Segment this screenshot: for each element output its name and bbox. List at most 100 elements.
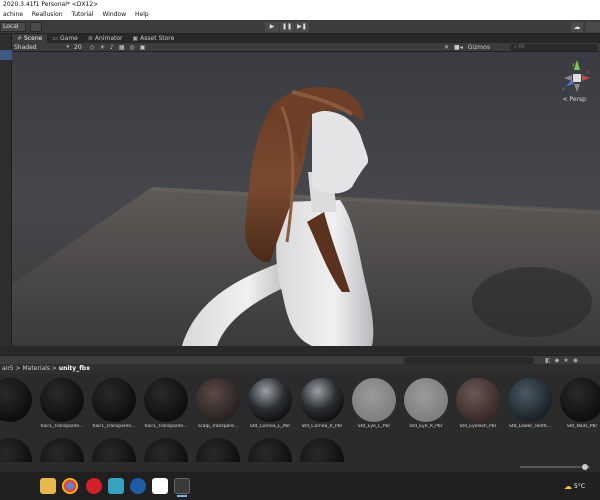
- cloud-icon[interactable]: ☁: [571, 22, 583, 32]
- asset-store-icon: ▣: [132, 35, 139, 42]
- camera-projection-label[interactable]: < Persp: [563, 96, 586, 103]
- asset-item[interactable]: Std_Lower_Teeth...: [506, 378, 554, 438]
- asset-item[interactable]: Std_Cornea_R_Pbr: [298, 378, 346, 438]
- tab-game[interactable]: ▭ Game: [47, 34, 83, 43]
- unity-hub-icon[interactable]: [152, 478, 168, 494]
- asset-item[interactable]: Std_Cornea_L_Pbr: [246, 378, 294, 438]
- gizmos-dropdown[interactable]: Gizmos: [468, 43, 490, 52]
- svg-text:y: y: [572, 62, 575, 68]
- thumbnail-size-slider[interactable]: [520, 464, 590, 470]
- lighting-toggle-icon[interactable]: ☀: [100, 43, 105, 52]
- 2d-toggle-icon[interactable]: ◇: [90, 43, 95, 52]
- grid-snap-button[interactable]: [30, 22, 42, 32]
- slider-knob[interactable]: [582, 464, 588, 470]
- asset-label: Std_Eyelash_Pbr: [459, 424, 497, 429]
- asset-label: Std_Eye_R_Pbr: [409, 424, 443, 429]
- project-search-input[interactable]: [404, 357, 534, 364]
- shading-mode-dropdown[interactable]: Shaded ▾: [14, 43, 69, 52]
- menu-item-window[interactable]: Window: [102, 11, 126, 18]
- hierarchy-strip: [0, 34, 12, 346]
- material-preview-icon: [300, 438, 344, 462]
- asset-label: Std_Cornea_L_Pbr: [249, 424, 291, 429]
- asset-item[interactable]: hair1_Transparen...: [90, 378, 138, 438]
- material-preview-icon: [352, 378, 396, 422]
- chrome-icon[interactable]: [62, 478, 78, 494]
- breadcrumb-path[interactable]: air5 > Materials >: [2, 365, 59, 372]
- asset-item[interactable]: scalp_Transpare...: [194, 378, 242, 438]
- asset-item[interactable]: [90, 438, 138, 462]
- menu-item-machine[interactable]: achine: [3, 11, 23, 18]
- file-explorer-icon[interactable]: [40, 478, 56, 494]
- asset-item[interactable]: Std_Eyelash_Pbr: [454, 378, 502, 438]
- svg-text:x: x: [587, 69, 590, 75]
- step-button[interactable]: ▶❚: [295, 22, 309, 32]
- asset-label: Std_Cornea_R_Pbr: [301, 424, 343, 429]
- hidden-objects-icon[interactable]: ◎: [130, 43, 135, 52]
- scene-icon: #: [17, 35, 23, 42]
- asset-item[interactable]: Std_Eye_L_Pbr: [350, 378, 398, 438]
- scene-view-tools: ◇ ☀ ♪ ▦ ◎ ▣: [90, 43, 145, 52]
- material-preview-icon: [196, 378, 240, 422]
- effects-toggle-icon[interactable]: ▦: [119, 43, 125, 52]
- asset-item[interactable]: hair1_Transparen...: [38, 378, 86, 438]
- asset-item[interactable]: [246, 438, 294, 462]
- grid-scale-value[interactable]: 20: [74, 43, 82, 52]
- asset-label: hair1_Transparen...: [92, 424, 136, 429]
- scene-search-input[interactable]: ⌕ All: [510, 44, 598, 51]
- camera-settings-icon[interactable]: ▣: [140, 43, 146, 52]
- project-toolbar: ◧ ◆ ★ ◉: [0, 355, 600, 364]
- asset-item[interactable]: [298, 438, 346, 462]
- play-button[interactable]: ▶: [265, 22, 279, 32]
- pivot-local-button[interactable]: Local: [0, 22, 26, 32]
- opera-icon[interactable]: [86, 478, 102, 494]
- asset-label: Std_Lower_Teeth...: [509, 424, 551, 429]
- tab-asset-store[interactable]: ▣ Asset Store: [128, 34, 180, 43]
- pause-button[interactable]: ❚❚: [280, 22, 294, 32]
- asset-item[interactable]: Std_Nails_Pbr: [558, 378, 600, 438]
- asset-item[interactable]: [142, 438, 190, 462]
- app-c-icon[interactable]: [130, 478, 146, 494]
- material-preview-icon: [560, 378, 600, 422]
- tab-label: Animator: [94, 35, 123, 42]
- asset-item[interactable]: [0, 438, 34, 462]
- camera-icon[interactable]: ■◂: [454, 43, 463, 52]
- menu-item-tutorial[interactable]: Tutorial: [71, 11, 93, 18]
- asset-label: hair1_Transparen...: [40, 424, 84, 429]
- view-tabs: # Scene ▭ Game ⊛ Animator ▣ Asset Store: [12, 34, 600, 43]
- slider-track: [520, 466, 590, 468]
- animator-icon: ⊛: [87, 35, 93, 42]
- tab-label: Scene: [24, 35, 43, 42]
- scene-viewport[interactable]: y x z < Persp: [12, 52, 600, 346]
- account-button[interactable]: [586, 22, 600, 32]
- menu-item-reallusion[interactable]: Reallusion: [32, 11, 63, 18]
- weather-icon[interactable]: ☁: [564, 482, 572, 491]
- tab-label: Game: [60, 35, 78, 42]
- tools-icon[interactable]: ✕: [444, 43, 449, 52]
- app-m-icon[interactable]: [108, 478, 124, 494]
- project-footer: [0, 462, 600, 472]
- breadcrumb-current[interactable]: unity_fbx: [59, 365, 90, 372]
- audio-toggle-icon[interactable]: ♪: [110, 43, 114, 52]
- tab-scene[interactable]: # Scene: [12, 34, 48, 43]
- material-preview-icon: [144, 438, 188, 462]
- material-preview-icon: [0, 378, 32, 422]
- tab-animator[interactable]: ⊛ Animator: [83, 34, 128, 43]
- asset-item[interactable]: Std_Eye_R_Pbr: [402, 378, 450, 438]
- scene-render: [12, 86, 600, 346]
- game-icon: ▭: [52, 35, 58, 42]
- temperature-label[interactable]: 5°C: [574, 483, 585, 490]
- unity-editor-icon[interactable]: [174, 478, 190, 497]
- breadcrumb: air5 > Materials > unity_fbx: [0, 364, 600, 374]
- material-preview-icon: [92, 438, 136, 462]
- material-preview-icon: [456, 378, 500, 422]
- material-preview-icon: [40, 378, 84, 422]
- asset-item[interactable]: [38, 438, 86, 462]
- material-preview-icon: [0, 438, 32, 462]
- asset-label: Std_Nails_Pbr: [566, 424, 598, 429]
- hierarchy-selected-row[interactable]: [0, 50, 12, 60]
- tab-label: Asset Store: [140, 35, 175, 42]
- asset-item[interactable]: [0, 378, 34, 438]
- menu-item-help[interactable]: Help: [135, 11, 149, 18]
- asset-item[interactable]: hair1_Transparen...: [142, 378, 190, 438]
- asset-item[interactable]: [194, 438, 242, 462]
